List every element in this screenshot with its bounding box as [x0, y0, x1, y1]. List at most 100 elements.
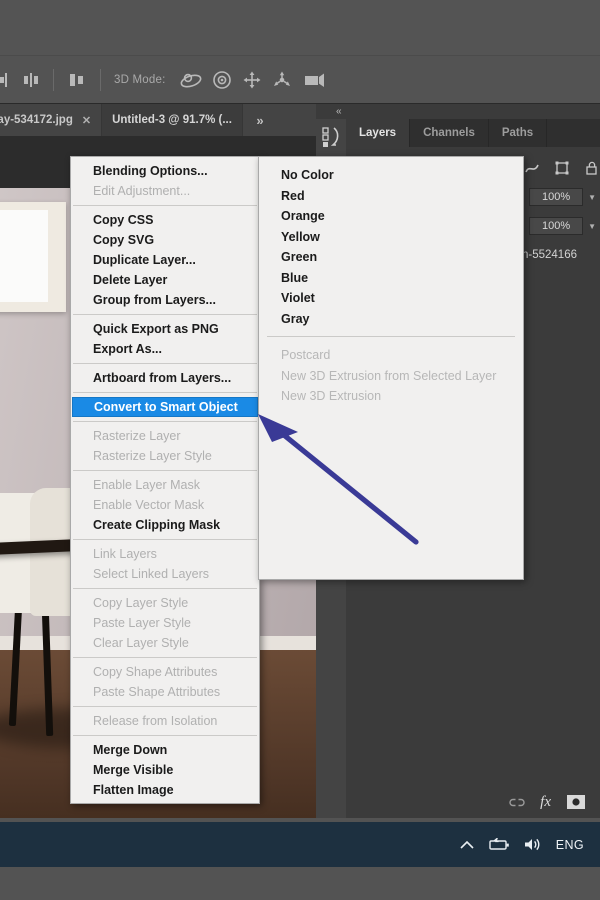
submenu-item[interactable]: Gray	[259, 309, 523, 330]
menu-item: Paste Layer Style	[93, 616, 191, 630]
submenu-item[interactable]: Orange	[259, 206, 523, 227]
menu-item: Select Linked Layers	[93, 567, 210, 581]
3d-camera-icon[interactable]	[297, 71, 331, 89]
lock-all-icon[interactable]	[584, 160, 600, 176]
menu-separator	[73, 363, 257, 364]
menu-item: Copy Shape Attributes	[93, 665, 218, 679]
dock-collapse-button[interactable]: «	[316, 104, 600, 119]
menu-separator	[73, 314, 257, 315]
3d-mode-label: 3D Mode:	[114, 73, 166, 86]
document-tab-1[interactable]: abay-534172.jpg ✕	[0, 104, 103, 136]
menu-item[interactable]: Convert to Smart Object	[72, 397, 258, 417]
move-lock-icon[interactable]	[554, 160, 570, 176]
menu-item[interactable]: Merge Visible	[71, 760, 259, 780]
menu-item: Enable Vector Mask	[93, 498, 205, 512]
menu-separator	[73, 588, 257, 589]
layer-properties-icon[interactable]	[322, 126, 342, 148]
chevron-double-left-icon: «	[336, 106, 341, 117]
tab-overflow-button[interactable]: »	[243, 104, 277, 136]
windows-taskbar: ENG	[0, 822, 600, 867]
tab-channels[interactable]: Channels	[410, 119, 489, 147]
submenu-item[interactable]: Violet	[259, 288, 523, 309]
menu-item: Release from Isolation	[93, 714, 218, 728]
layer-name-label: n-5524166	[522, 249, 577, 261]
menu-separator	[73, 735, 257, 736]
submenu-item[interactable]: Blue	[259, 268, 523, 289]
chevron-down-icon[interactable]: ▼	[588, 193, 596, 202]
tab-paths-label: Paths	[501, 127, 534, 139]
language-indicator[interactable]: ENG	[556, 838, 584, 852]
menu-separator	[73, 421, 257, 422]
align-vertical-icon[interactable]	[0, 72, 18, 88]
menu-item[interactable]: Artboard from Layers...	[71, 368, 259, 388]
volume-icon[interactable]	[523, 837, 543, 852]
3d-pan-icon[interactable]	[237, 70, 267, 90]
menu-item: Rasterize Layer	[93, 429, 181, 443]
photo-frame-inner	[0, 210, 48, 302]
menu-item: Edit Adjustment...	[93, 184, 191, 198]
menu-item[interactable]: Copy SVG	[71, 230, 259, 250]
layer-mask-icon[interactable]	[566, 794, 586, 810]
submenu-item[interactable]: Yellow	[259, 227, 523, 248]
submenu-item: New 3D Extrusion from Selected Layer	[281, 368, 497, 383]
menu-item[interactable]: Group from Layers...	[71, 290, 259, 310]
layer-context-menu[interactable]: Blending Options... Edit Adjustment... Cop…	[70, 156, 260, 804]
close-icon[interactable]: ✕	[82, 114, 91, 127]
options-divider	[53, 68, 54, 91]
menu-item: Rasterize Layer Style	[93, 449, 212, 463]
layer-color-submenu[interactable]: No Color Red Orange Yellow Green Blue Violet Gr…	[258, 156, 524, 580]
menu-separator	[73, 539, 257, 540]
document-tab-2[interactable]: Untitled-3 @ 91.7% (...	[102, 104, 243, 136]
menu-item[interactable]: Flatten Image	[71, 780, 259, 800]
menu-item[interactable]: Merge Down	[71, 740, 259, 760]
desktop-area-below-taskbar	[0, 867, 600, 900]
photo-picture-frame	[0, 202, 66, 312]
menu-item[interactable]: Blending Options...	[71, 161, 259, 181]
tab-layers[interactable]: Layers	[346, 119, 411, 147]
layers-panel-footer: fx	[346, 786, 600, 818]
align-horizontal-icon[interactable]	[18, 72, 44, 88]
menu-item[interactable]: Create Clipping Mask	[71, 515, 259, 535]
tool-options-bar: 3D Mode:	[0, 56, 600, 104]
chevron-down-icon[interactable]: ▼	[588, 222, 596, 231]
menu-separator	[73, 205, 257, 206]
link-layers-icon[interactable]	[509, 795, 525, 809]
menu-separator	[73, 706, 257, 707]
document-tab-1-label: abay-534172.jpg	[0, 114, 73, 126]
submenu-item: Postcard	[281, 348, 331, 362]
distribute-icon[interactable]	[63, 72, 91, 88]
tab-layers-label: Layers	[359, 127, 397, 139]
layers-panel-lock-row	[524, 155, 600, 181]
application-title-bar	[0, 0, 600, 55]
submenu-item[interactable]: No Color	[259, 165, 523, 186]
opacity-value[interactable]: 100%	[529, 188, 584, 206]
menu-separator	[73, 470, 257, 471]
menu-item: Link Layers	[93, 547, 157, 561]
menu-item[interactable]: Quick Export as PNG	[71, 319, 259, 339]
menu-item: Enable Layer Mask	[93, 478, 201, 492]
3d-slide-icon[interactable]	[267, 70, 297, 90]
tab-channels-label: Channels	[423, 127, 475, 139]
menu-item: Paste Shape Attributes	[93, 685, 221, 699]
show-hidden-icons-chevron-icon[interactable]	[459, 839, 475, 851]
submenu-item[interactable]: Green	[259, 247, 523, 268]
document-tab-bar: abay-534172.jpg ✕ Untitled-3 @ 91.7% (..…	[0, 104, 316, 137]
menu-item[interactable]: Delete Layer	[71, 270, 259, 290]
menu-item[interactable]: Export As...	[71, 339, 259, 359]
menu-separator	[73, 392, 257, 393]
options-divider-2	[100, 68, 101, 91]
fill-value[interactable]: 100%	[529, 217, 584, 235]
submenu-item: New 3D Extrusion	[281, 389, 382, 403]
menu-item: Clear Layer Style	[93, 636, 189, 650]
submenu-item[interactable]: Red	[259, 186, 523, 207]
menu-item: Copy Layer Style	[93, 596, 189, 610]
transparency-lock-icon[interactable]	[524, 160, 540, 176]
3d-roll-icon[interactable]	[207, 70, 237, 90]
menu-item[interactable]: Duplicate Layer...	[71, 250, 259, 270]
menu-item[interactable]: Copy CSS	[71, 210, 259, 230]
document-tab-2-label: Untitled-3 @ 91.7% (...	[112, 114, 232, 126]
battery-icon[interactable]	[488, 837, 510, 852]
fx-icon[interactable]: fx	[540, 794, 551, 811]
tab-paths[interactable]: Paths	[489, 119, 548, 147]
3d-orbit-icon[interactable]	[175, 70, 207, 90]
